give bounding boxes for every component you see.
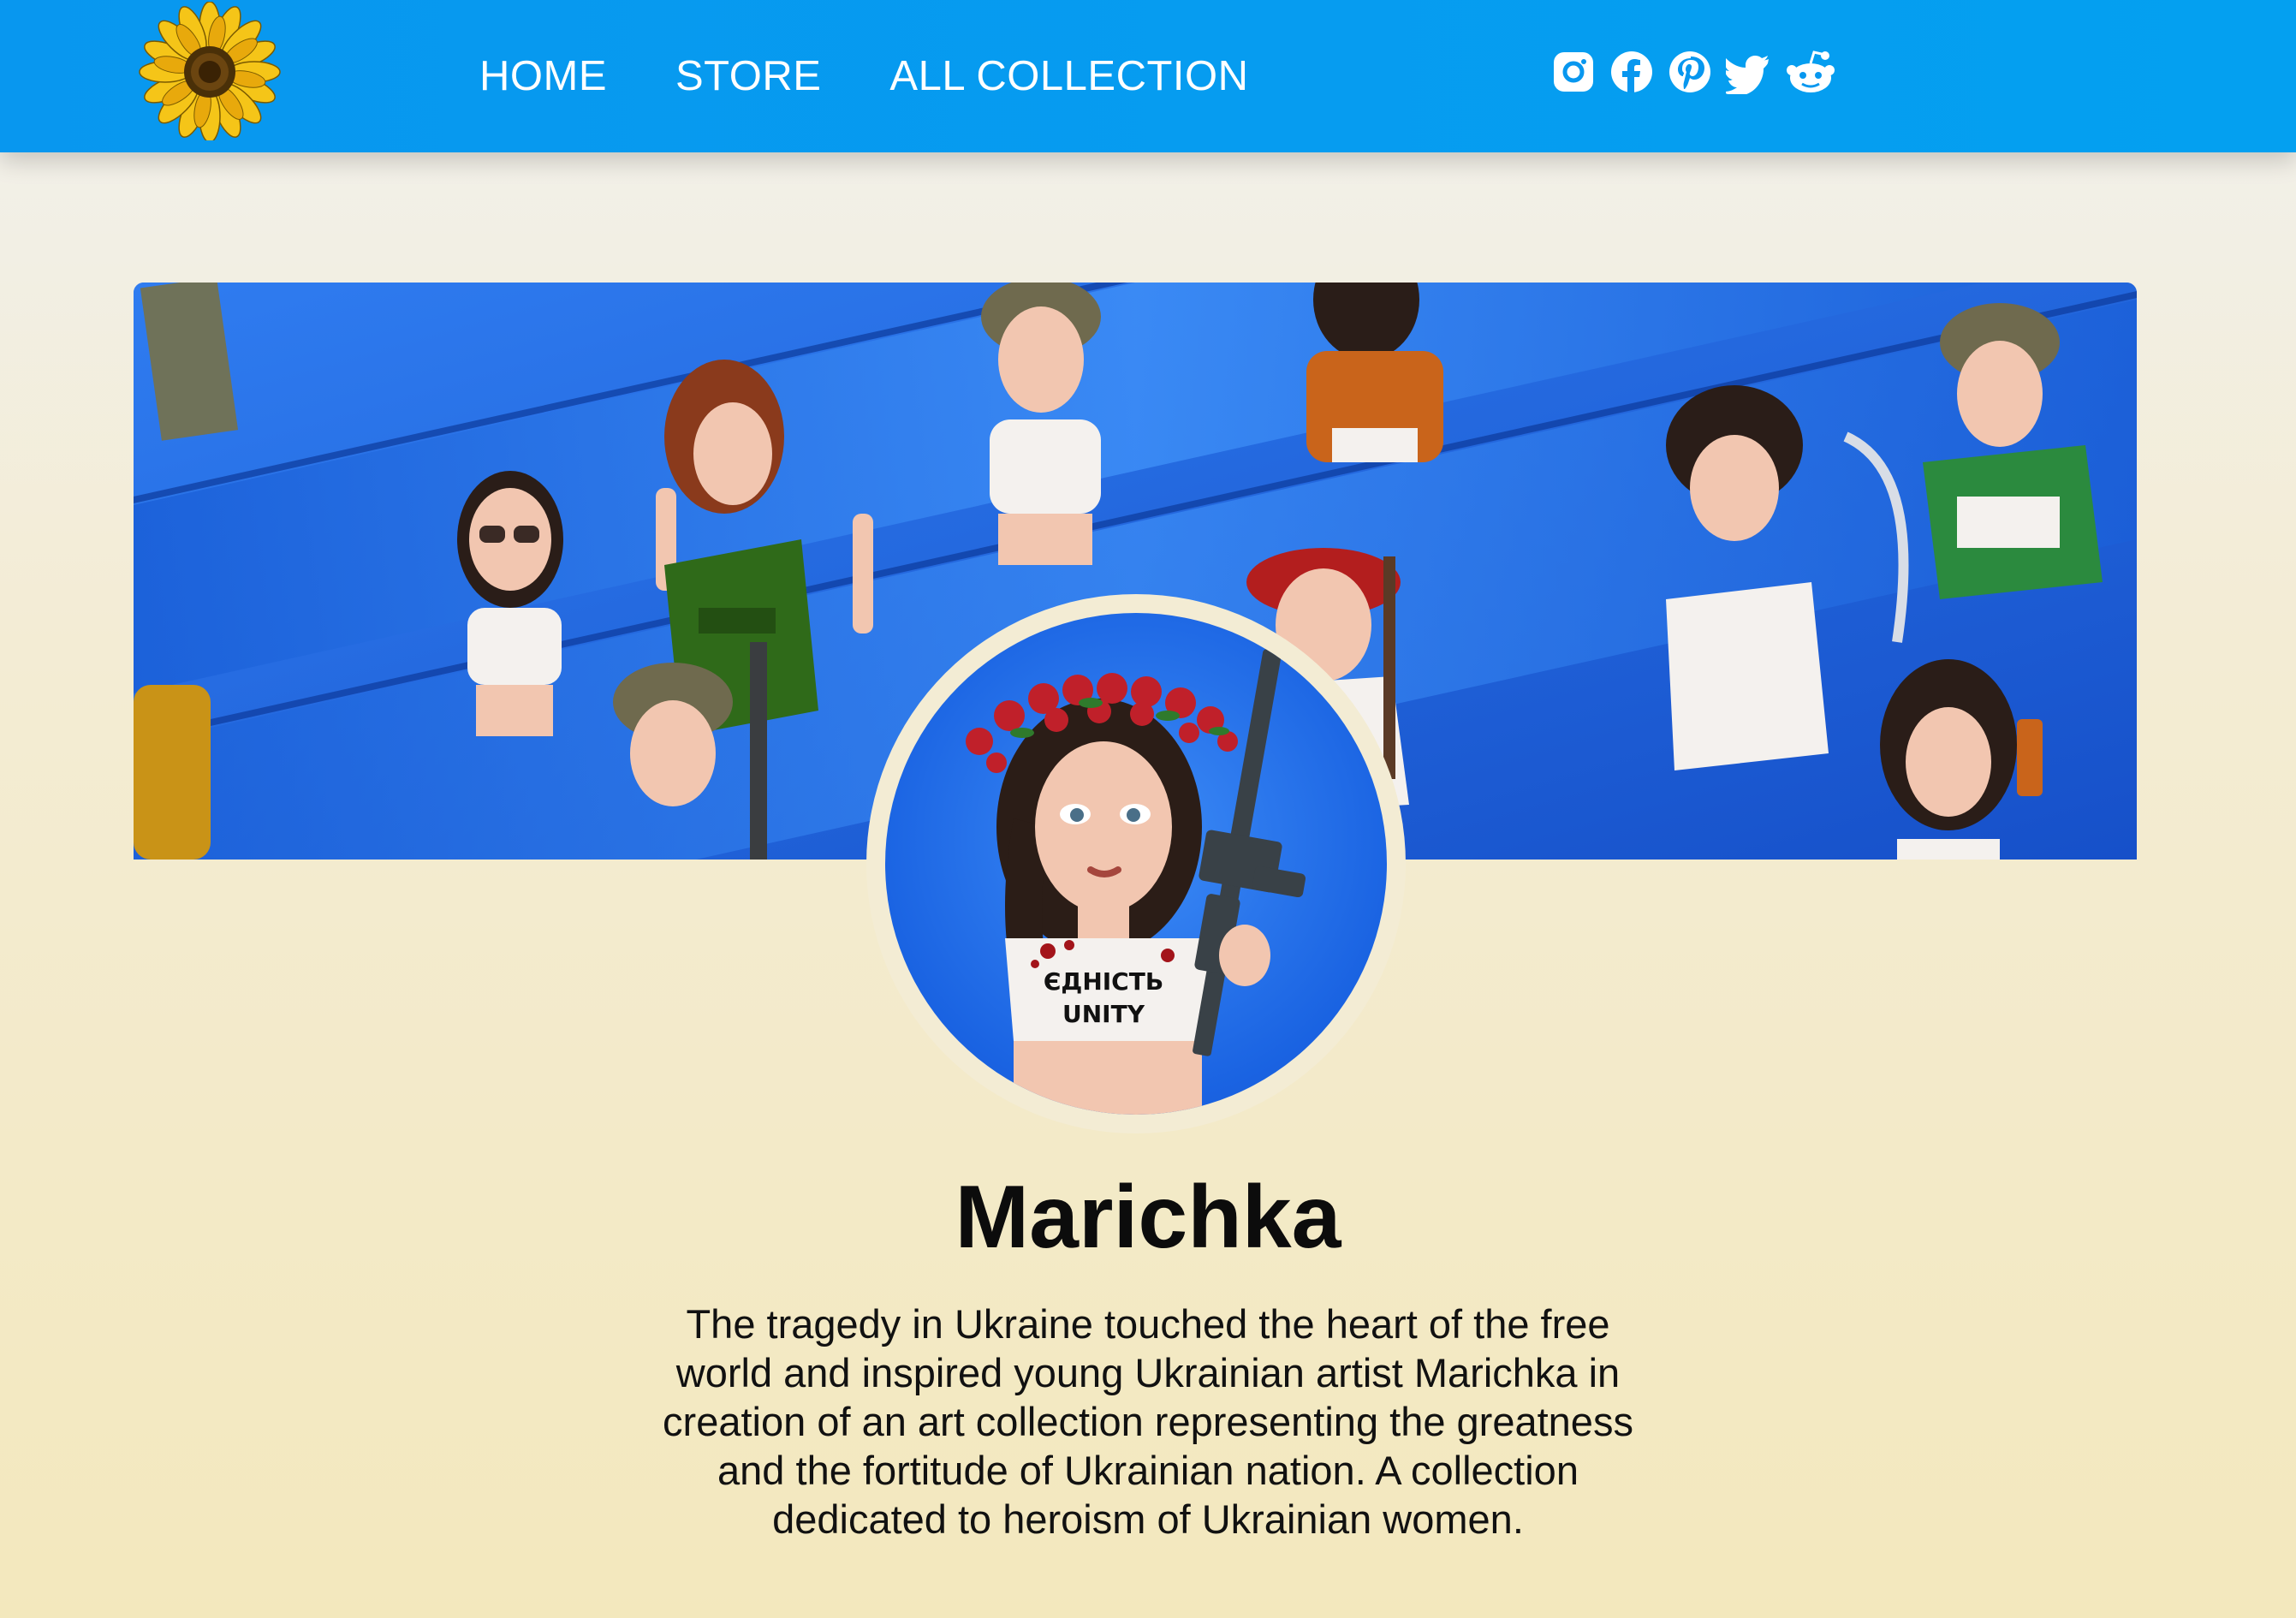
reddit-icon[interactable] (1784, 50, 1837, 94)
site-header: HOME STORE ALL COLLECTION (0, 0, 2296, 152)
avatar-shirt-line2: UNITY (1062, 1000, 1145, 1028)
facebook-icon[interactable] (1609, 50, 1654, 94)
nav-all-collection[interactable]: ALL COLLECTION (889, 48, 1248, 104)
avatar[interactable]: ЄДНІСТЬ UNITY (885, 613, 1387, 1115)
nav-home[interactable]: HOME (479, 48, 607, 104)
avatar-shirt-line1: ЄДНІСТЬ (1044, 967, 1163, 996)
profile-name: Marichka (955, 1168, 1341, 1267)
twitter-icon[interactable] (1726, 50, 1770, 94)
main-nav: HOME STORE ALL COLLECTION (479, 48, 1249, 104)
sunflower-icon[interactable] (135, 1, 284, 143)
instagram-icon[interactable] (1551, 50, 1596, 94)
pinterest-icon[interactable] (1668, 50, 1712, 94)
profile-description: The tragedy in Ukraine touched the heart… (663, 1301, 1633, 1542)
avatar-frame: ЄДНІСТЬ UNITY (866, 594, 1406, 1133)
social-links (1551, 50, 1837, 94)
nav-store[interactable]: STORE (675, 48, 821, 104)
